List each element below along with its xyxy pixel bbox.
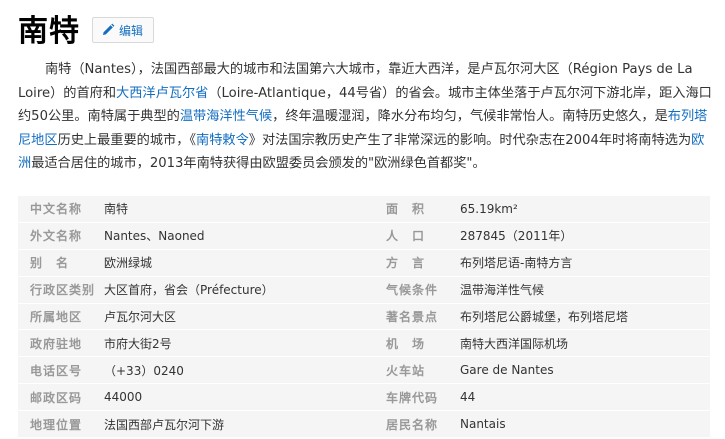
infobox-value: 44 xyxy=(456,383,710,412)
infobox-value: 南特大西洋国际机场 xyxy=(456,329,710,358)
infobox-row: 电话区号 （+33）0240 火车站 Gare de Nantes xyxy=(18,356,710,385)
summary-text: 最适合居住的城市，2013年南特获得由欧盟委员会颁发的"欧洲绿色首都奖"。 xyxy=(31,156,486,171)
page-title: 南特 xyxy=(18,14,80,49)
infobox-row: 地理位置 法国西部卢瓦尔河下游 居民名称 Nantais xyxy=(18,410,710,439)
infobox-row: 外文名称 Nantes、Naoned 人 口 287845（2011年） xyxy=(18,222,710,250)
infobox-value: 法国西部卢瓦尔河下游 xyxy=(100,410,374,439)
infobox-row: 政府驻地 市府大街2号 机 场 南特大西洋国际机场 xyxy=(18,329,710,358)
infobox-table: 中文名称 南特 面 积 65.19km² 外文名称 Nantes、Naoned … xyxy=(18,196,710,439)
infobox-value: 卢瓦尔河大区 xyxy=(100,303,374,331)
edit-button[interactable]: 编辑 xyxy=(92,17,155,43)
infobox-row: 中文名称 南特 面 积 65.19km² xyxy=(18,196,710,223)
summary-text: 》对法国宗教历史产生了非常深远的影响。时代杂志在2004年时将南特选为 xyxy=(248,132,692,148)
infobox-row: 别 名 欧洲绿城 方 言 布列塔尼语-南特方言 xyxy=(18,249,710,277)
infobox-value: 温带海洋性气候 xyxy=(456,276,710,304)
infobox-row: 邮政区码 44000 车牌代码 44 xyxy=(18,383,710,412)
title-row: 南特 编辑 xyxy=(18,6,155,50)
infobox-label: 著名景点 xyxy=(374,303,456,331)
infobox-value: 65.19km² xyxy=(456,196,710,223)
summary-text: ，终年温暖湿润，降水分布均匀，气候非常怡人。南特历史悠久，是 xyxy=(272,109,668,124)
infobox-value: （+33）0240 xyxy=(100,356,374,385)
infobox-value: 布列塔尼公爵城堡，布列塔尼塔 xyxy=(456,303,710,331)
infobox-value: 市府大街2号 xyxy=(100,329,374,358)
infobox-value: Nantais xyxy=(456,410,710,439)
infobox-label: 外文名称 xyxy=(18,222,100,250)
summary-paragraph: 南特（Nantes），法国西部最大的城市和法国第六大城市，靠近大西洋，是卢瓦尔河… xyxy=(18,58,713,176)
infobox-label: 机 场 xyxy=(374,329,456,358)
infobox-label: 政府驻地 xyxy=(18,329,100,358)
infobox-value: Gare de Nantes xyxy=(456,356,710,385)
summary-text: 历史上最重要的城市，《 xyxy=(57,132,197,148)
infobox-value: 欧洲绿城 xyxy=(100,249,374,277)
infobox-label: 电话区号 xyxy=(18,356,100,385)
infobox-label: 火车站 xyxy=(374,356,456,385)
infobox-label: 面 积 xyxy=(374,196,456,223)
infobox-value: 44000 xyxy=(100,383,374,412)
infobox-value: 大区首府，省会（Préfecture） xyxy=(100,276,374,304)
infobox-value: Nantes、Naoned xyxy=(100,222,374,250)
infobox-value: 布列塔尼语-南特方言 xyxy=(456,249,710,277)
infobox-label: 方 言 xyxy=(374,249,456,277)
infobox-label: 行政区类别 xyxy=(18,276,100,304)
infobox-label: 别 名 xyxy=(18,249,100,277)
infobox-label: 气候条件 xyxy=(374,276,456,304)
pencil-icon xyxy=(103,23,115,35)
infobox-label: 邮政区码 xyxy=(18,383,100,412)
infobox-value: 287845（2011年） xyxy=(456,222,710,250)
infobox-label: 中文名称 xyxy=(18,196,100,223)
infobox-label: 地理位置 xyxy=(18,410,100,439)
infobox-row: 行政区类别 大区首府，省会（Préfecture） 气候条件 温带海洋性气候 xyxy=(18,276,710,304)
infobox-label: 所属地区 xyxy=(18,303,100,331)
edit-button-label: 编辑 xyxy=(119,23,144,38)
infobox-label: 人 口 xyxy=(374,222,456,250)
infobox-row: 所属地区 卢瓦尔河大区 著名景点 布列塔尼公爵城堡，布列塔尼塔 xyxy=(18,303,710,331)
link-loire-atlantique[interactable]: 大西洋卢瓦尔省 xyxy=(116,86,208,101)
infobox-label: 居民名称 xyxy=(374,410,456,439)
link-edict-of-nantes[interactable]: 南特敕令 xyxy=(196,133,249,148)
link-oceanic-climate[interactable]: 温带海洋性气候 xyxy=(180,109,272,124)
infobox-value: 南特 xyxy=(100,196,374,223)
infobox-label: 车牌代码 xyxy=(374,383,456,412)
